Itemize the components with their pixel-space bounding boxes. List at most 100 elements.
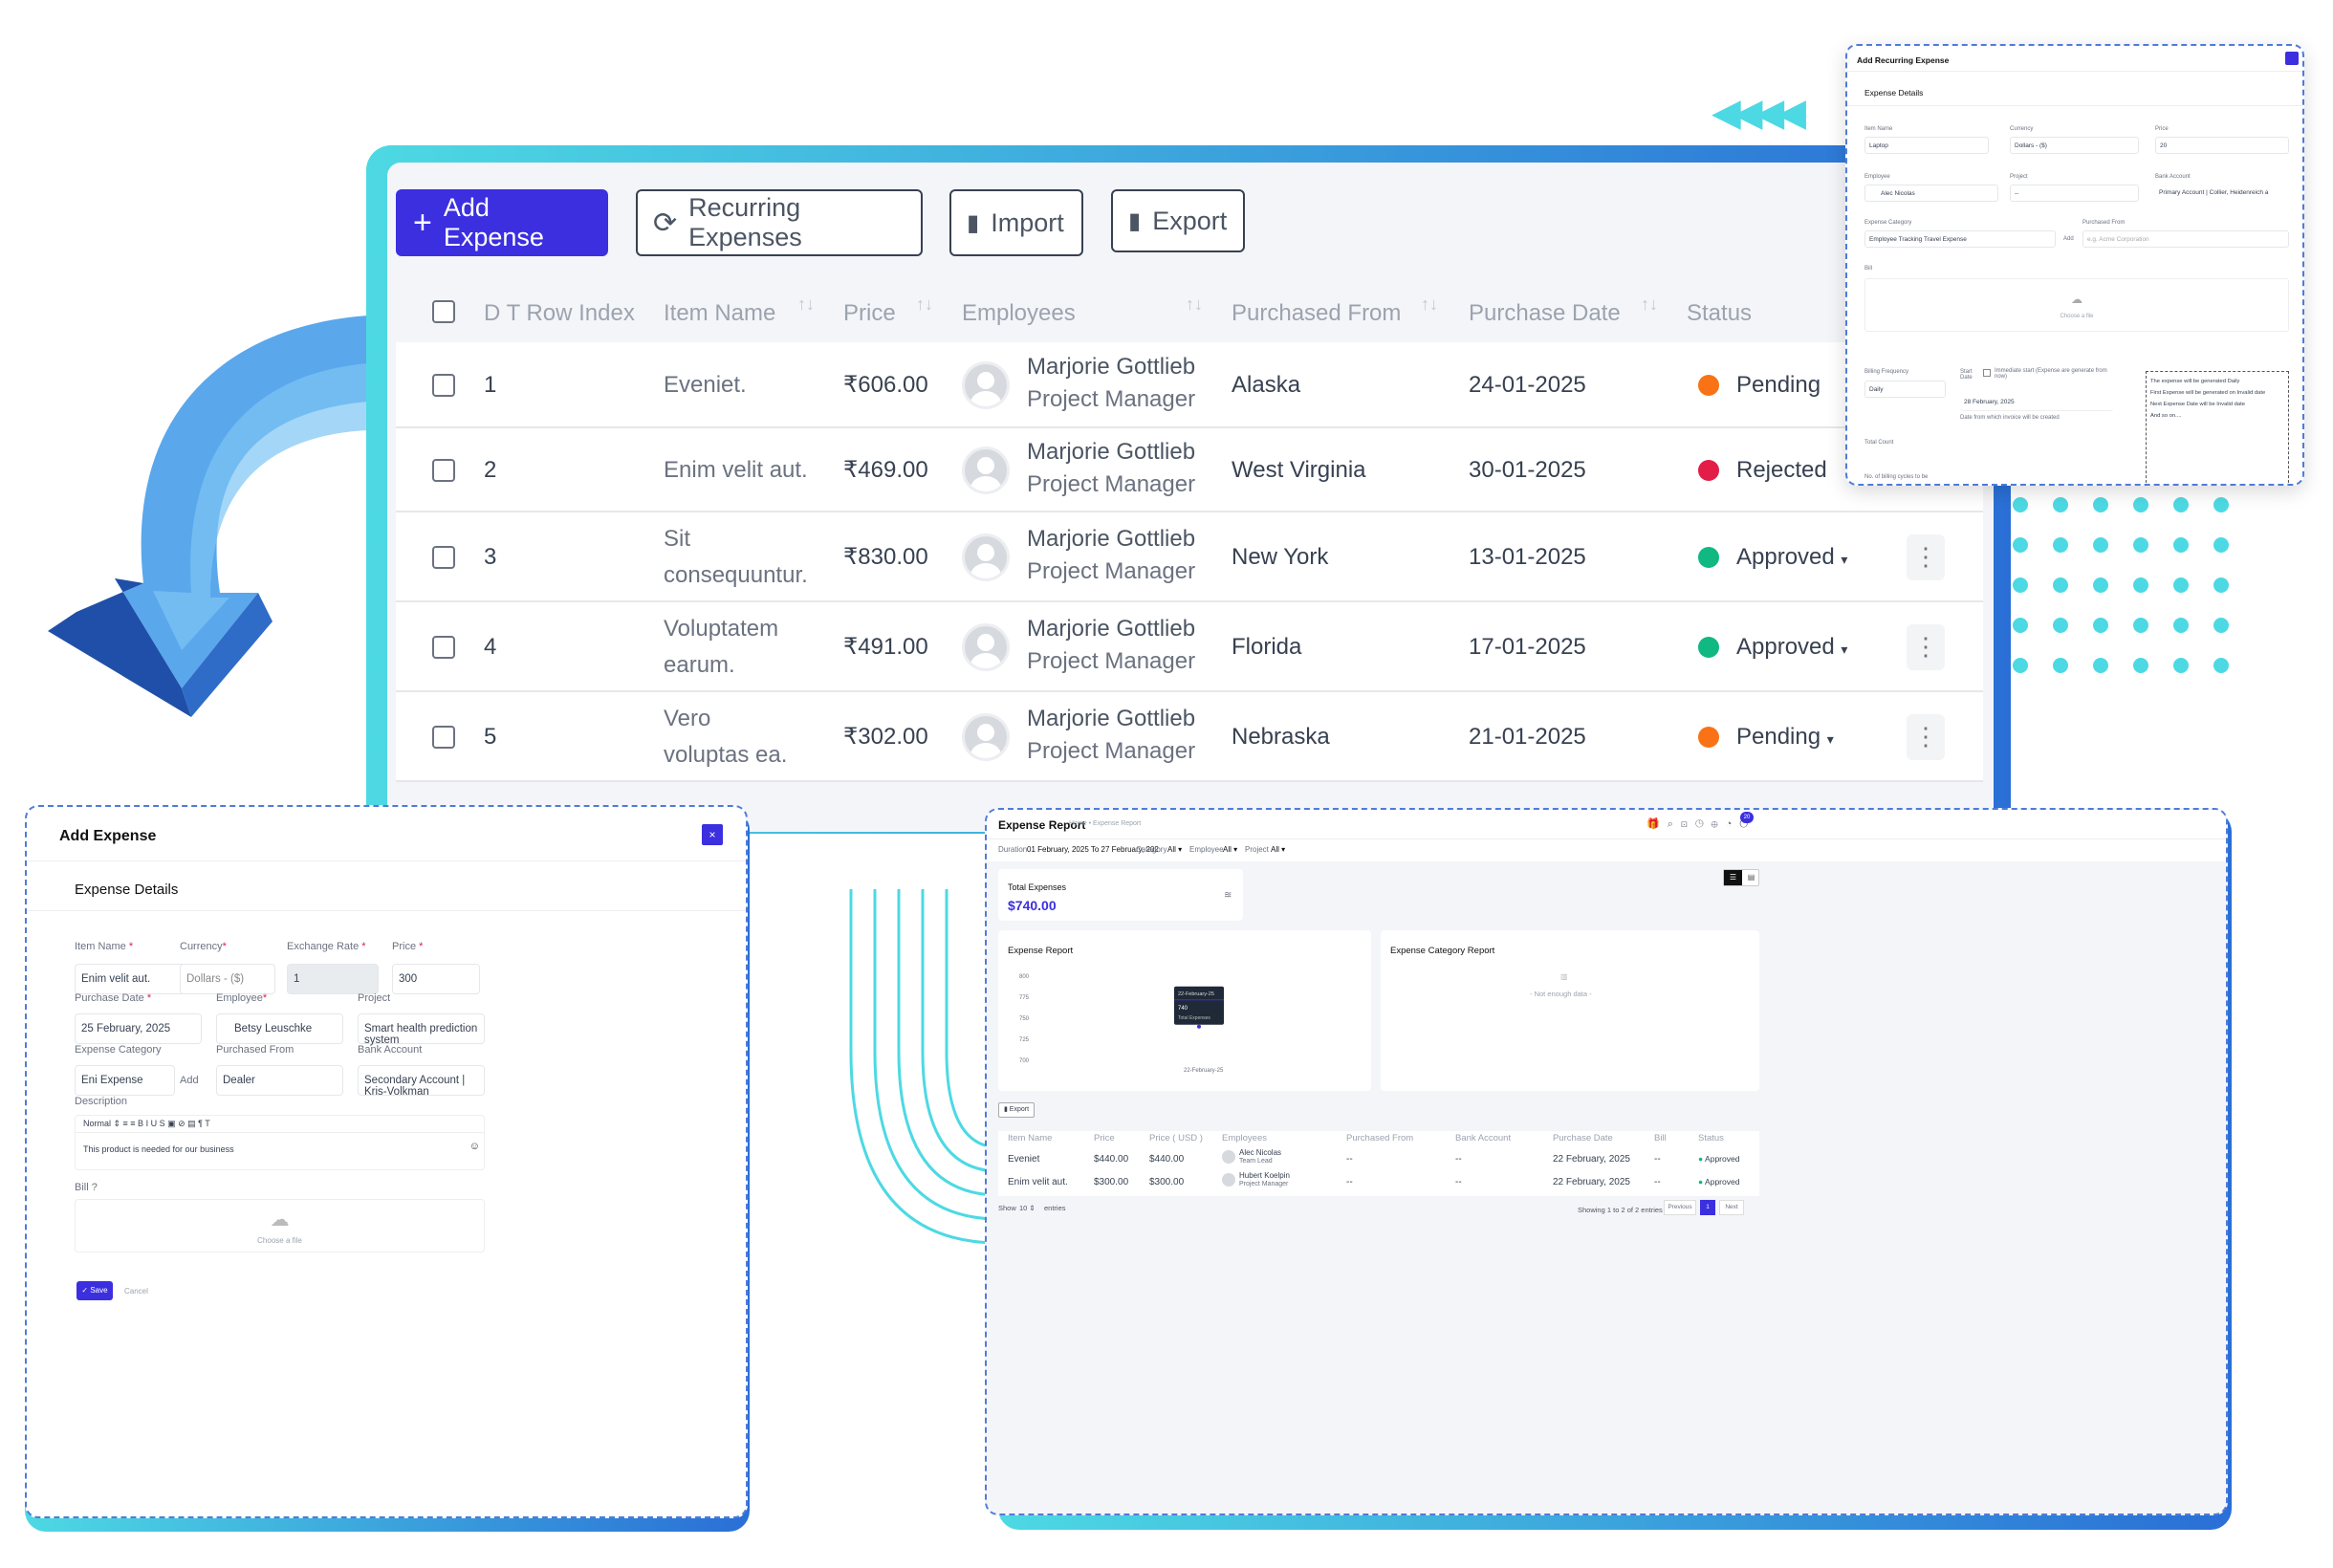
sort-icon[interactable]: ↑↓ (916, 294, 933, 315)
status-dropdown[interactable]: Rejected (1736, 452, 1827, 489)
editor-toolbar[interactable]: Normal ⇕ ≡ ≡ B I U S ▣ ⊘ ▤ ¶ T (76, 1116, 484, 1133)
item-name: Vero voluptas ea. (664, 706, 788, 768)
row-checkbox[interactable] (432, 374, 455, 397)
status-dropdown[interactable]: Pending (1736, 367, 1821, 403)
employee-name[interactable]: Marjorie Gottlieb (1027, 434, 1195, 470)
start-date-input[interactable]: 28 February, 2025 (1960, 394, 2113, 411)
employee-name[interactable]: Marjorie Gottlieb (1027, 611, 1195, 647)
status-dropdown[interactable]: Approved ▾ (1736, 539, 1847, 577)
currency-select[interactable]: Dollars - ($) (180, 964, 275, 994)
label: Purchased From (2082, 220, 2126, 226)
close-icon[interactable]: × (702, 824, 723, 845)
sort-icon[interactable]: ↑↓ (1421, 294, 1438, 315)
more-actions-icon[interactable]: ⋮ (1907, 714, 1945, 760)
page-size-select[interactable]: 10 ⇕ (1019, 1204, 1036, 1212)
report-export-button[interactable]: ▮ Export (998, 1102, 1035, 1118)
item-name: Eveniet. (664, 372, 747, 398)
col-row-index[interactable]: D T Row Index (484, 300, 635, 327)
total-count-input[interactable] (1864, 451, 1946, 468)
table-row[interactable]: 5 Vero voluptas ea. ₹302.00 Marjorie Gottlie… (396, 692, 1983, 782)
purchased-from-input[interactable]: e.g. Acme Corporation (2082, 230, 2289, 248)
report-col-header[interactable]: Bank Account (1455, 1133, 1511, 1143)
plus-icon: + (413, 205, 432, 241)
status-dropdown[interactable]: Pending ▾ (1736, 719, 1834, 757)
employee-filter[interactable]: All ▾ (1223, 845, 1237, 854)
list-view-icon[interactable]: ☰ (1724, 870, 1742, 885)
emoji-icon[interactable]: ☺ (469, 1141, 480, 1152)
description-editor[interactable]: Normal ⇕ ≡ ≡ B I U S ▣ ⊘ ▤ ¶ T This prod… (75, 1115, 485, 1170)
data-point[interactable] (1197, 1024, 1201, 1029)
report-col-header[interactable]: Bill (1654, 1133, 1667, 1143)
col-price[interactable]: Price (843, 300, 896, 327)
row-checkbox[interactable] (432, 636, 455, 659)
employee-name[interactable]: Marjorie Gottlieb (1027, 521, 1195, 557)
sort-icon[interactable]: ↑↓ (1641, 294, 1658, 315)
row-checkbox[interactable] (432, 546, 455, 569)
col-employees[interactable]: Employees (962, 300, 1076, 327)
import-button[interactable]: ▮ Import (949, 189, 1083, 256)
item-name-input[interactable]: Laptop (1864, 137, 1989, 154)
page-1-button[interactable]: 1 (1700, 1200, 1715, 1215)
bank-select[interactable]: Primary Account | Collier, Heidenreich a (2155, 185, 2289, 202)
more-actions-icon[interactable]: ⋮ (1907, 534, 1945, 580)
employee-select[interactable]: Betsy Leuschke (216, 1013, 343, 1044)
file-dropzone[interactable]: ☁ Choose a file (1864, 278, 2289, 332)
report-col-header[interactable]: Status (1698, 1133, 1724, 1143)
report-col-header[interactable]: Price ( USD ) (1149, 1133, 1203, 1143)
select-all-checkbox[interactable] (432, 300, 455, 323)
header-icons[interactable]: 🎁⌕⊡◷⊕◔⏻ (1646, 817, 1755, 831)
report-col-header[interactable]: Item Name (1008, 1133, 1052, 1143)
report-col-header[interactable]: Purchase Date (1553, 1133, 1613, 1143)
file-dropzone[interactable]: ☁ Choose a file (75, 1199, 485, 1252)
row-checkbox[interactable] (432, 726, 455, 749)
category-select[interactable]: Eni Expense (75, 1065, 175, 1096)
close-icon[interactable] (2285, 52, 2299, 65)
report-col-header[interactable]: Price (1094, 1133, 1115, 1143)
row-checkbox[interactable] (432, 459, 455, 482)
category-select[interactable]: Employee Tracking Travel Expense (1864, 230, 2056, 248)
currency-select[interactable]: Dollars - ($) (2010, 137, 2139, 154)
project-select[interactable]: -- (2010, 185, 2139, 202)
project-filter[interactable]: All ▾ (1271, 845, 1285, 854)
status-dropdown[interactable]: Approved ▾ (1736, 629, 1847, 667)
employee-name[interactable]: Marjorie Gottlieb (1027, 349, 1195, 385)
cancel-button[interactable]: Cancel (124, 1287, 148, 1296)
more-actions-icon[interactable]: ⋮ (1907, 624, 1945, 670)
employee-name[interactable]: Marjorie Gottlieb (1027, 701, 1195, 737)
table-row[interactable]: 2 Enim velit aut. ₹469.00 Marjorie Gottlieb… (396, 428, 1983, 512)
purchase-date-input[interactable]: 25 February, 2025 (75, 1013, 202, 1044)
breadcrumb: Home • Expense Report (1069, 820, 1142, 827)
employee-select[interactable]: Alec Nicolas (1864, 185, 1998, 202)
col-purchase-date[interactable]: Purchase Date (1469, 300, 1621, 327)
table-row[interactable]: 4 Voluptatem earum. ₹491.00 Marjorie Gottlie… (396, 602, 1983, 692)
bank-select[interactable]: Secondary Account | Kris-Volkman (358, 1065, 485, 1098)
project-select[interactable]: Smart health prediction system (358, 1013, 485, 1046)
sort-icon[interactable]: ↑↓ (1186, 294, 1203, 315)
recurring-expenses-button[interactable]: ⟳ Recurring Expenses (636, 189, 923, 256)
table-row[interactable]: 1 Eveniet. ₹606.00 Marjorie Gottlieb Project… (396, 342, 1983, 428)
exchange-rate-input[interactable]: 1 (287, 964, 379, 994)
prev-page-button[interactable]: Previous (1664, 1200, 1696, 1215)
report-col-header[interactable]: Purchased From (1346, 1133, 1413, 1143)
col-status[interactable]: Status (1687, 300, 1752, 327)
next-page-button[interactable]: Next (1719, 1200, 1744, 1215)
price-input[interactable]: 20 (2155, 137, 2289, 154)
purchased-from-input[interactable]: Dealer (216, 1065, 343, 1096)
immediate-start-checkbox[interactable] (1983, 369, 1991, 377)
add-category-link[interactable]: Add (180, 1075, 199, 1086)
add-category-link[interactable]: Add (2063, 236, 2074, 242)
export-button[interactable]: ▮ Export (1111, 189, 1245, 252)
col-purchased-from[interactable]: Purchased From (1232, 300, 1401, 327)
category-filter[interactable]: All ▾ (1167, 845, 1182, 854)
save-button[interactable]: ✓ Save (76, 1281, 113, 1300)
price-input[interactable]: 300 (392, 964, 480, 994)
row-index: 3 (484, 544, 497, 570)
sort-icon[interactable]: ↑↓ (797, 294, 815, 315)
table-row[interactable]: 3 Sit consequuntur. ₹830.00 Marjorie Gottlie… (396, 512, 1983, 602)
add-expense-button[interactable]: + Add Expense (396, 189, 608, 256)
table-view-icon[interactable]: ▤ (1743, 870, 1759, 885)
view-toggle[interactable]: ☰ ▤ (1723, 869, 1759, 886)
report-col-header[interactable]: Employees (1222, 1133, 1267, 1143)
billing-frequency-select[interactable]: Daily (1864, 381, 1946, 398)
col-item-name[interactable]: Item Name (664, 300, 775, 327)
